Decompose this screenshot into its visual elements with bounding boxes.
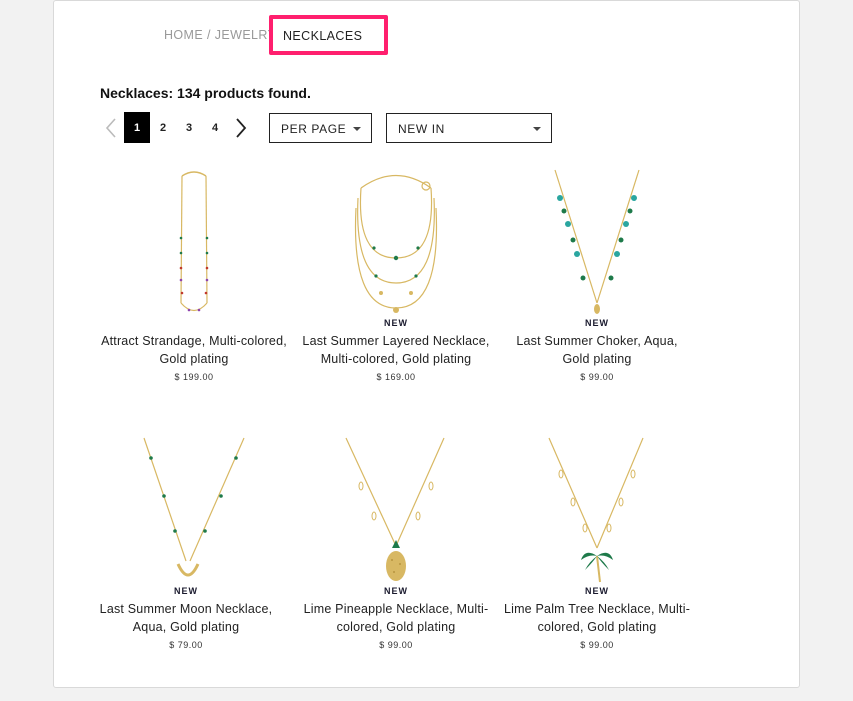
necklace-image [548, 437, 644, 583]
product-name: Last Summer Layered Necklace, Multi-color… [302, 334, 490, 366]
necklace-image [143, 437, 245, 577]
new-badge: NEW [384, 586, 408, 596]
product-card[interactable]: NEW Last Summer Choker, Aqua, Gold platin… [497, 168, 697, 382]
caret-down-icon [353, 127, 361, 131]
product-name: Last Summer Moon Necklace, Aqua, Gold pla… [99, 602, 273, 634]
product-name: Lime Palm Tree Necklace, Multi-colored, … [503, 602, 691, 634]
product-price: $ 199.00 [174, 372, 214, 382]
necklace-image [179, 171, 209, 312]
product-card[interactable]: NEW Lime Palm Tree Necklace, Multi-color… [497, 436, 697, 650]
necklace-image [354, 175, 438, 313]
new-badge: NEW [384, 318, 408, 328]
new-badge: NEW [585, 318, 609, 328]
product-card[interactable]: NEW Last Summer Layered Necklace, Multi-c… [296, 168, 496, 382]
product-name: Last Summer Choker, Aqua, Gold plating [516, 334, 678, 366]
product-card[interactable]: NEW Last Summer Moon Necklace, Aqua, Gold… [86, 436, 286, 650]
chevron-left-icon [105, 117, 116, 138]
breadcrumb: HOME / JEWELRY [164, 28, 276, 42]
chevron-right-icon [236, 117, 247, 138]
per-page-select[interactable]: PER PAGE [269, 113, 372, 143]
page-3-button[interactable]: 3 [176, 112, 202, 143]
product-price: $ 169.00 [376, 372, 416, 382]
per-page-label: PER PAGE [281, 122, 347, 136]
page-1-button[interactable]: 1 [124, 112, 150, 143]
page-2-button[interactable]: 2 [150, 112, 176, 143]
product-card[interactable]: Attract Strandage, Multi-colored, Gold pl… [94, 168, 294, 382]
sort-label: NEW IN [398, 122, 445, 136]
new-badge [94, 318, 294, 332]
breadcrumb-jewelry[interactable]: JEWELRY [215, 28, 277, 42]
product-price: $ 99.00 [580, 640, 614, 650]
prev-page-button[interactable] [98, 112, 124, 143]
breadcrumb-separator: / [203, 28, 215, 42]
product-price: $ 79.00 [169, 640, 203, 650]
results-count: Necklaces: 134 products found. [100, 85, 311, 101]
page-4-button[interactable]: 4 [202, 112, 228, 143]
necklace-image [345, 437, 445, 581]
pagination: 1 2 3 4 [98, 112, 254, 143]
caret-down-icon [533, 127, 541, 131]
product-price: $ 99.00 [379, 640, 413, 650]
product-name: Attract Strandage, Multi-colored, Gold pl… [101, 334, 287, 366]
sort-select[interactable]: NEW IN [386, 113, 552, 143]
product-card[interactable]: NEW Lime Pineapple Necklace, Multi-color… [296, 436, 496, 650]
new-badge: NEW [585, 586, 609, 596]
necklace-image [554, 169, 640, 314]
product-price: $ 99.00 [580, 372, 614, 382]
breadcrumb-home[interactable]: HOME [164, 28, 203, 42]
new-badge: NEW [174, 586, 198, 596]
product-listing-panel: HOME / JEWELRY NECKLACES Necklaces: 134 … [53, 0, 800, 688]
breadcrumb-current-necklaces: NECKLACES [269, 15, 388, 55]
product-name: Lime Pineapple Necklace, Multi-colored, … [303, 602, 489, 634]
next-page-button[interactable] [228, 112, 254, 143]
